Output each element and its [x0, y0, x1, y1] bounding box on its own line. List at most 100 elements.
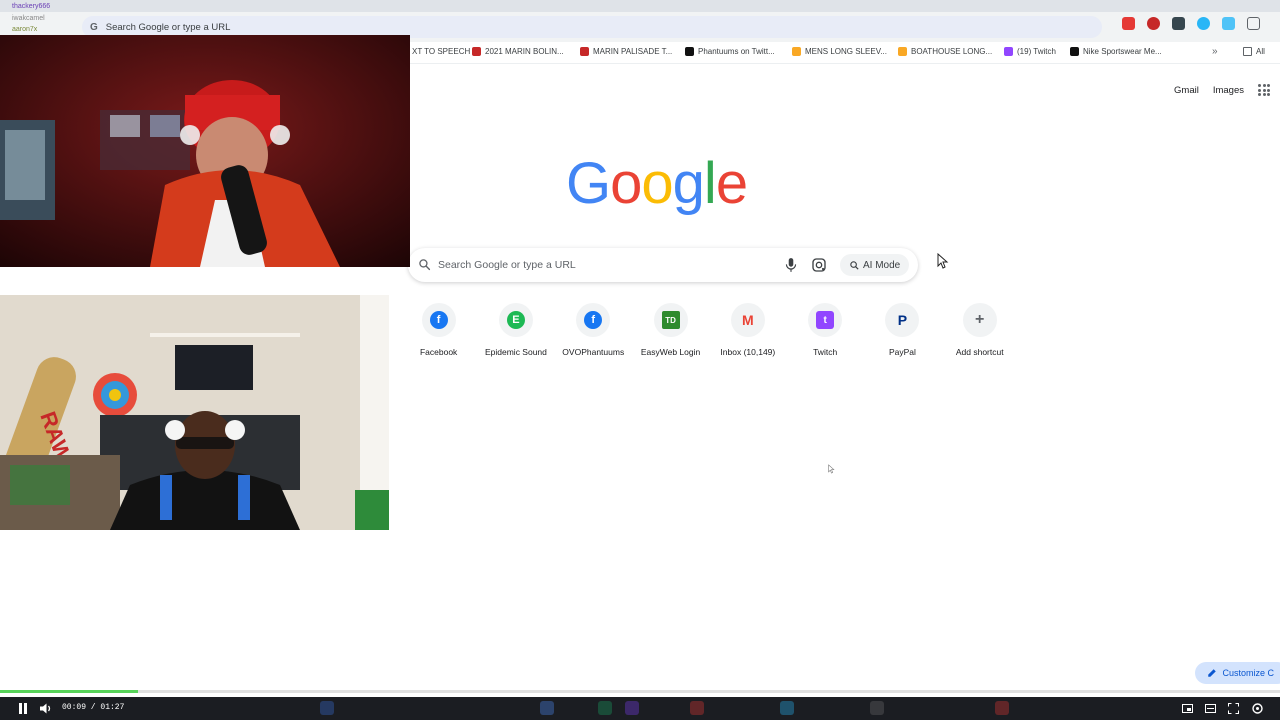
gmail-icon: M: [741, 312, 754, 328]
shortcut-tile[interactable]: E Epidemic Sound: [477, 303, 554, 357]
logo-letter: e: [715, 151, 748, 216]
folder-icon: [1243, 47, 1252, 56]
logo-letter: g: [672, 151, 705, 216]
td-bank-icon: TD: [661, 311, 680, 329]
bookmark-label: BOATHOUSE LONG...: [911, 47, 993, 56]
shortcut-icon-circle: f: [421, 303, 456, 337]
twitch-icon: [1004, 47, 1013, 56]
extension-icon[interactable]: [1122, 17, 1135, 30]
apps-grid-icon[interactable]: [1258, 84, 1270, 96]
bookmark-item[interactable]: XT TO SPEECH: [412, 47, 470, 56]
plus-icon: +: [975, 311, 985, 328]
extension-icon[interactable]: [1172, 17, 1185, 30]
bookmark-label: XT TO SPEECH: [412, 47, 471, 56]
search-box[interactable]: Search Google or type a URL AI Mode: [408, 248, 918, 282]
video-progress-fill: [0, 690, 139, 693]
shortcut-label: Facebook: [419, 347, 458, 357]
taskbar-app-icon: [320, 701, 334, 715]
bookmark-label: Nike Sportswear Me...: [1083, 47, 1162, 56]
bookmark-favicon-icon: [898, 47, 907, 56]
bookmark-item[interactable]: MARIN PALISADE T...: [580, 47, 672, 56]
shortcut-tile[interactable]: f OVOPhantuums: [555, 303, 632, 357]
theater-mode-icon[interactable]: [1181, 702, 1194, 715]
ai-mode-button[interactable]: AI Mode: [840, 254, 910, 276]
search-placeholder: Search Google or type a URL: [438, 259, 576, 271]
pause-icon[interactable]: [16, 702, 29, 715]
settings-gear-icon[interactable]: [1251, 702, 1264, 715]
shortcut-label: Epidemic Sound: [484, 347, 547, 357]
shortcut-tile[interactable]: TD EasyWeb Login: [632, 303, 709, 357]
shortcut-tile[interactable]: t Twitch: [786, 303, 863, 357]
video-timestamp: 00:09 / 01:27: [62, 703, 125, 712]
twitch-icon: t: [816, 311, 835, 329]
all-bookmarks-label: All: [1256, 47, 1265, 56]
customize-chrome-button[interactable]: Customize C: [1195, 662, 1280, 684]
shortcut-tile[interactable]: M Inbox (10,149): [709, 303, 786, 357]
logo-letter: l: [703, 151, 717, 216]
shortcut-icon-circle: +: [962, 303, 997, 337]
puzzle-icon[interactable]: [1247, 17, 1260, 30]
shortcut-label: Inbox (10,149): [720, 347, 776, 357]
shortcut-icon-circle: M: [730, 303, 765, 337]
extension-icons: [1122, 17, 1260, 30]
bookmarks-overflow-chevron[interactable]: »: [1212, 46, 1218, 57]
paypal-icon: P: [897, 312, 908, 328]
webcam-streamer-1: [0, 35, 410, 267]
mouse-cursor-icon: [828, 464, 835, 474]
google-top-links: Gmail Images: [1174, 84, 1270, 96]
facebook-icon: f: [429, 311, 448, 329]
shortcut-tile[interactable]: + Add shortcut: [941, 303, 1018, 357]
taskbar-app-icon: [870, 701, 884, 715]
bookmark-favicon-icon: [472, 47, 481, 56]
shortcut-label: Add shortcut: [955, 347, 1004, 357]
extension-icon[interactable]: [1197, 17, 1210, 30]
gmail-link[interactable]: Gmail: [1174, 85, 1199, 96]
taskbar-app-icon: [995, 701, 1009, 715]
google-logo: Google: [566, 150, 766, 225]
nike-icon: [1070, 47, 1079, 56]
google-lens-icon[interactable]: [811, 257, 827, 273]
bookmark-label: MENS LONG SLEEV...: [805, 47, 887, 56]
bookmark-item[interactable]: 2021 MARIN BOLIN...: [472, 47, 564, 56]
tab-strip: [0, 0, 1280, 12]
taskbar-app-icon: [780, 701, 794, 715]
bookmark-item[interactable]: MENS LONG SLEEV...: [792, 47, 887, 56]
all-bookmarks[interactable]: All: [1243, 47, 1265, 56]
extension-icon[interactable]: [1147, 17, 1160, 30]
shortcut-tile[interactable]: f Facebook: [400, 303, 477, 357]
microphone-icon[interactable]: [784, 257, 798, 273]
volume-icon[interactable]: [39, 702, 52, 715]
customize-label: Customize C: [1222, 668, 1274, 678]
shortcut-label: EasyWeb Login: [640, 347, 701, 357]
bookmark-favicon-icon: [580, 47, 589, 56]
extension-icon[interactable]: [1222, 17, 1235, 30]
bookmark-item[interactable]: Phantuums on Twitt...: [685, 47, 775, 56]
bookmark-label: 2021 MARIN BOLIN...: [485, 47, 564, 56]
chat-username: iwakcamel: [12, 15, 45, 22]
video-progress-bar[interactable]: [0, 690, 1280, 693]
bookmark-item[interactable]: BOATHOUSE LONG...: [898, 47, 992, 56]
taskbar-app-icon: [625, 701, 639, 715]
shortcut-tile[interactable]: P PayPal: [864, 303, 941, 357]
shortcut-icon-circle: E: [498, 303, 533, 337]
logo-letter: o: [610, 151, 642, 216]
miniplayer-icon[interactable]: [1204, 702, 1217, 715]
facebook-icon: f: [584, 311, 603, 329]
chat-overlay: thackery666 iwakcamel aaron7x: [0, 0, 80, 35]
bookmark-item[interactable]: (19) Twitch: [1004, 47, 1056, 56]
pencil-icon: [1208, 669, 1217, 677]
video-player-controls: 00:09 / 01:27: [0, 697, 1280, 720]
shortcut-icon-circle: f: [576, 303, 611, 337]
shortcut-label: Twitch: [813, 347, 838, 357]
taskbar-app-icon: [598, 701, 612, 715]
shortcuts-row: f Facebook E Epidemic Sound f OVOPhantuums TD E…: [400, 303, 1018, 357]
shortcut-icon-circle: t: [808, 303, 843, 337]
ai-search-icon: [850, 260, 859, 270]
shortcut-label: PayPal: [888, 347, 916, 357]
images-link[interactable]: Images: [1213, 85, 1244, 96]
screen: G Search Google or type a URL XT TO SPEE…: [0, 0, 1280, 720]
fullscreen-icon[interactable]: [1227, 702, 1240, 715]
bookmark-item[interactable]: Nike Sportswear Me...: [1070, 47, 1162, 56]
ai-mode-label: AI Mode: [863, 259, 901, 271]
bookmark-favicon-icon: [792, 47, 801, 56]
